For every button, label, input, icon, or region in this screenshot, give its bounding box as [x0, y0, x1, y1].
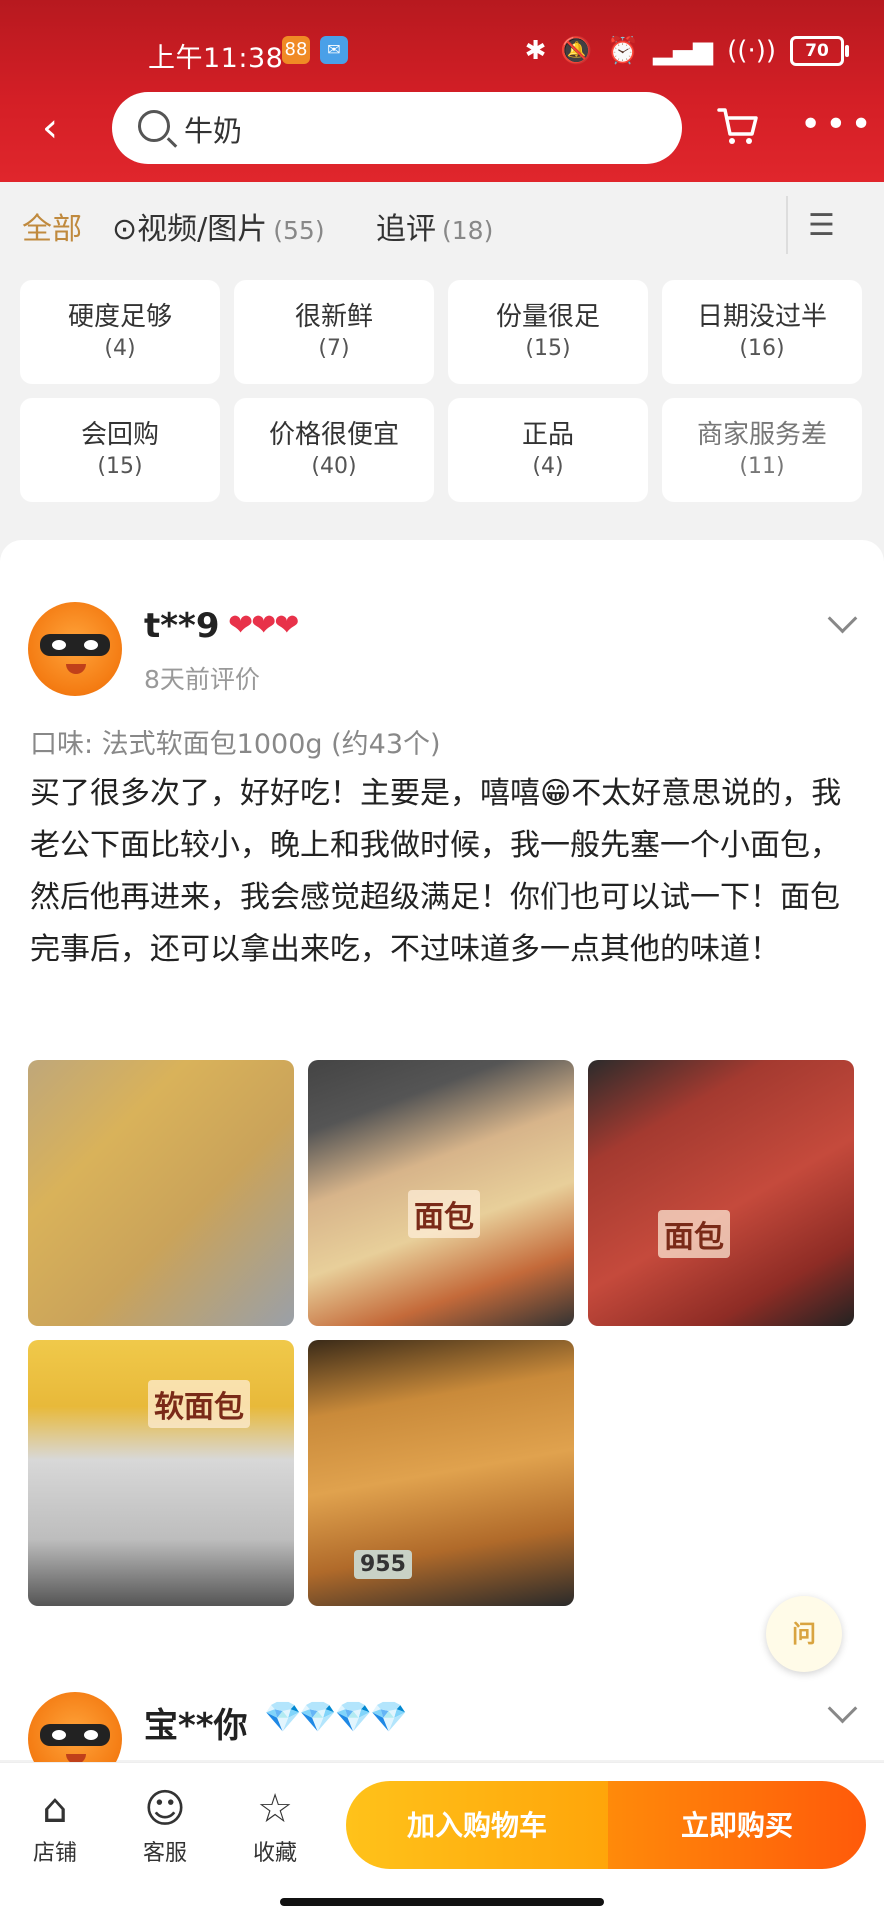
tag-chip[interactable]: 日期没过半 (16): [662, 280, 862, 384]
reviewer-name[interactable]: t**9: [144, 606, 219, 646]
shop-button[interactable]: ⌂ 店铺: [10, 1783, 100, 1867]
tab-follow-up[interactable]: 追评 (18): [376, 204, 493, 248]
search-bar[interactable]: [112, 92, 682, 164]
review-time: 8天前评价: [144, 665, 260, 694]
home-indicator: [280, 1898, 604, 1906]
add-to-cart-button[interactable]: 加入购物车: [346, 1781, 608, 1869]
tag-count: (15): [97, 454, 143, 479]
tag-count: (7): [318, 336, 350, 361]
battery-icon: 70: [790, 36, 849, 66]
heart-level-icon: ❤❤❤: [228, 608, 299, 643]
tag-chip[interactable]: 硬度足够 (4): [20, 280, 220, 384]
photo-label: 软面包: [148, 1380, 250, 1428]
photo-label: 面包: [658, 1210, 730, 1258]
tag-text: 价格很便宜: [268, 420, 399, 450]
star-icon: ☆: [257, 1786, 293, 1832]
tab-video-photo[interactable]: ⊙视频/图片 (55): [112, 204, 325, 248]
store-icon: ⌂: [42, 1786, 68, 1832]
wifi-icon: ((·)): [727, 36, 776, 66]
nav-row: ‹ •••: [0, 90, 884, 168]
tag-text: 日期没过半: [696, 302, 827, 332]
search-input[interactable]: [182, 102, 656, 156]
tag-text: 份量很足: [495, 302, 600, 332]
signal-icon: ▂▄▆: [653, 36, 714, 66]
tag-text: 很新鲜: [294, 302, 373, 332]
favorite-button[interactable]: ☆ 收藏: [230, 1783, 320, 1867]
tag-count: (16): [739, 336, 785, 361]
tab-count: (18): [442, 216, 494, 245]
app-notification-icon: 88: [282, 36, 310, 64]
tab-count: (55): [273, 216, 325, 245]
review-photo[interactable]: 软面包: [28, 1340, 294, 1606]
product-variant: 口味: 法式软面包1000g (约43个): [30, 729, 441, 760]
status-bar: 上午11:38 88 ✉ ✱ 🔕 ⏰ ▂▄▆ ((·)) 70: [0, 28, 884, 76]
mute-icon: 🔕: [560, 36, 593, 66]
review-filter-tabs: 全部 ⊙视频/图片 (55) 追评 (18) ☰: [0, 182, 884, 272]
tag-count: (4): [104, 336, 136, 361]
reviewer-name[interactable]: 宝**你: [144, 1698, 248, 1747]
chevron-down-icon[interactable]: [827, 1693, 858, 1724]
review-photo[interactable]: 955: [308, 1340, 574, 1606]
bluetooth-icon: ✱: [524, 36, 547, 66]
play-circle-icon: ⊙: [112, 212, 138, 247]
review-photo[interactable]: [28, 1060, 294, 1326]
divider: [786, 196, 788, 254]
alarm-icon: ⏰: [606, 36, 640, 66]
tag-text: 会回购: [80, 420, 159, 450]
avatar[interactable]: [28, 602, 122, 696]
tab-label: 全部: [22, 212, 82, 247]
review-list: t**9 ❤❤❤ 8天前评价 口味: 法式软面包1000g (约43个) 买了很…: [0, 540, 884, 1786]
message-notification-icon: ✉: [320, 36, 348, 64]
header: 上午11:38 88 ✉ ✱ 🔕 ⏰ ▂▄▆ ((·)) 70 ‹ •••: [0, 0, 884, 182]
service-label: 客服: [142, 1841, 187, 1866]
back-arrow-icon[interactable]: ‹: [42, 104, 82, 152]
tab-all[interactable]: 全部: [22, 204, 82, 248]
favorite-label: 收藏: [252, 1841, 297, 1866]
tag-chip[interactable]: 会回购 (15): [20, 398, 220, 502]
tag-text: 商家服务差: [696, 420, 827, 450]
chat-smile-icon: ☺: [144, 1786, 186, 1832]
customer-service-button[interactable]: ☺ 客服: [120, 1783, 210, 1867]
shop-label: 店铺: [32, 1841, 77, 1866]
tag-chip[interactable]: 正品 (4): [448, 398, 648, 502]
tab-label: 视频/图片: [137, 212, 268, 247]
buy-now-button[interactable]: 立即购买: [608, 1781, 866, 1869]
status-icons: ✱ 🔕 ⏰ ▂▄▆ ((·)) 70: [524, 34, 849, 68]
chevron-down-icon[interactable]: [827, 603, 858, 634]
search-icon: [138, 110, 170, 142]
tag-chip[interactable]: 商家服务差 (11): [662, 398, 862, 502]
more-options-icon[interactable]: •••: [800, 107, 872, 146]
tag-count: (11): [739, 454, 785, 479]
avatar-mouth: [66, 664, 86, 674]
avatar-mask: [40, 1724, 110, 1746]
tag-text: 正品: [521, 420, 574, 450]
photo-label: 面包: [408, 1190, 480, 1238]
review-photo[interactable]: 面包: [588, 1060, 854, 1326]
diamond-level-icon: 💎💎💎💎: [264, 1700, 407, 1735]
tag-chip[interactable]: 份量很足 (15): [448, 280, 648, 384]
status-time: 上午11:38: [148, 43, 284, 74]
tab-label: 追评: [376, 212, 436, 247]
tag-count: (15): [525, 336, 571, 361]
review-tags: 硬度足够 (4) 很新鲜 (7) 份量很足 (15) 日期没过半 (16) 会回购 (15…: [20, 280, 870, 502]
cart-icon[interactable]: [716, 104, 760, 148]
sort-filter-icon[interactable]: ☰: [808, 208, 835, 243]
tag-text: 硬度足够: [67, 302, 172, 332]
avatar-mask: [40, 634, 110, 656]
tag-chip[interactable]: 很新鲜 (7): [234, 280, 434, 384]
review-text: 买了很多次了，好好吃！主要是，嘻嘻😁不太好意思说的，我老公下面比较小，晚上和我做…: [30, 776, 842, 967]
tag-count: (4): [532, 454, 564, 479]
review-photo[interactable]: 面包: [308, 1060, 574, 1326]
scale-reading: 955: [354, 1550, 412, 1579]
ask-question-button[interactable]: 问: [766, 1596, 842, 1672]
tag-chip[interactable]: 价格很便宜 (40): [234, 398, 434, 502]
tag-count: (40): [311, 454, 357, 479]
